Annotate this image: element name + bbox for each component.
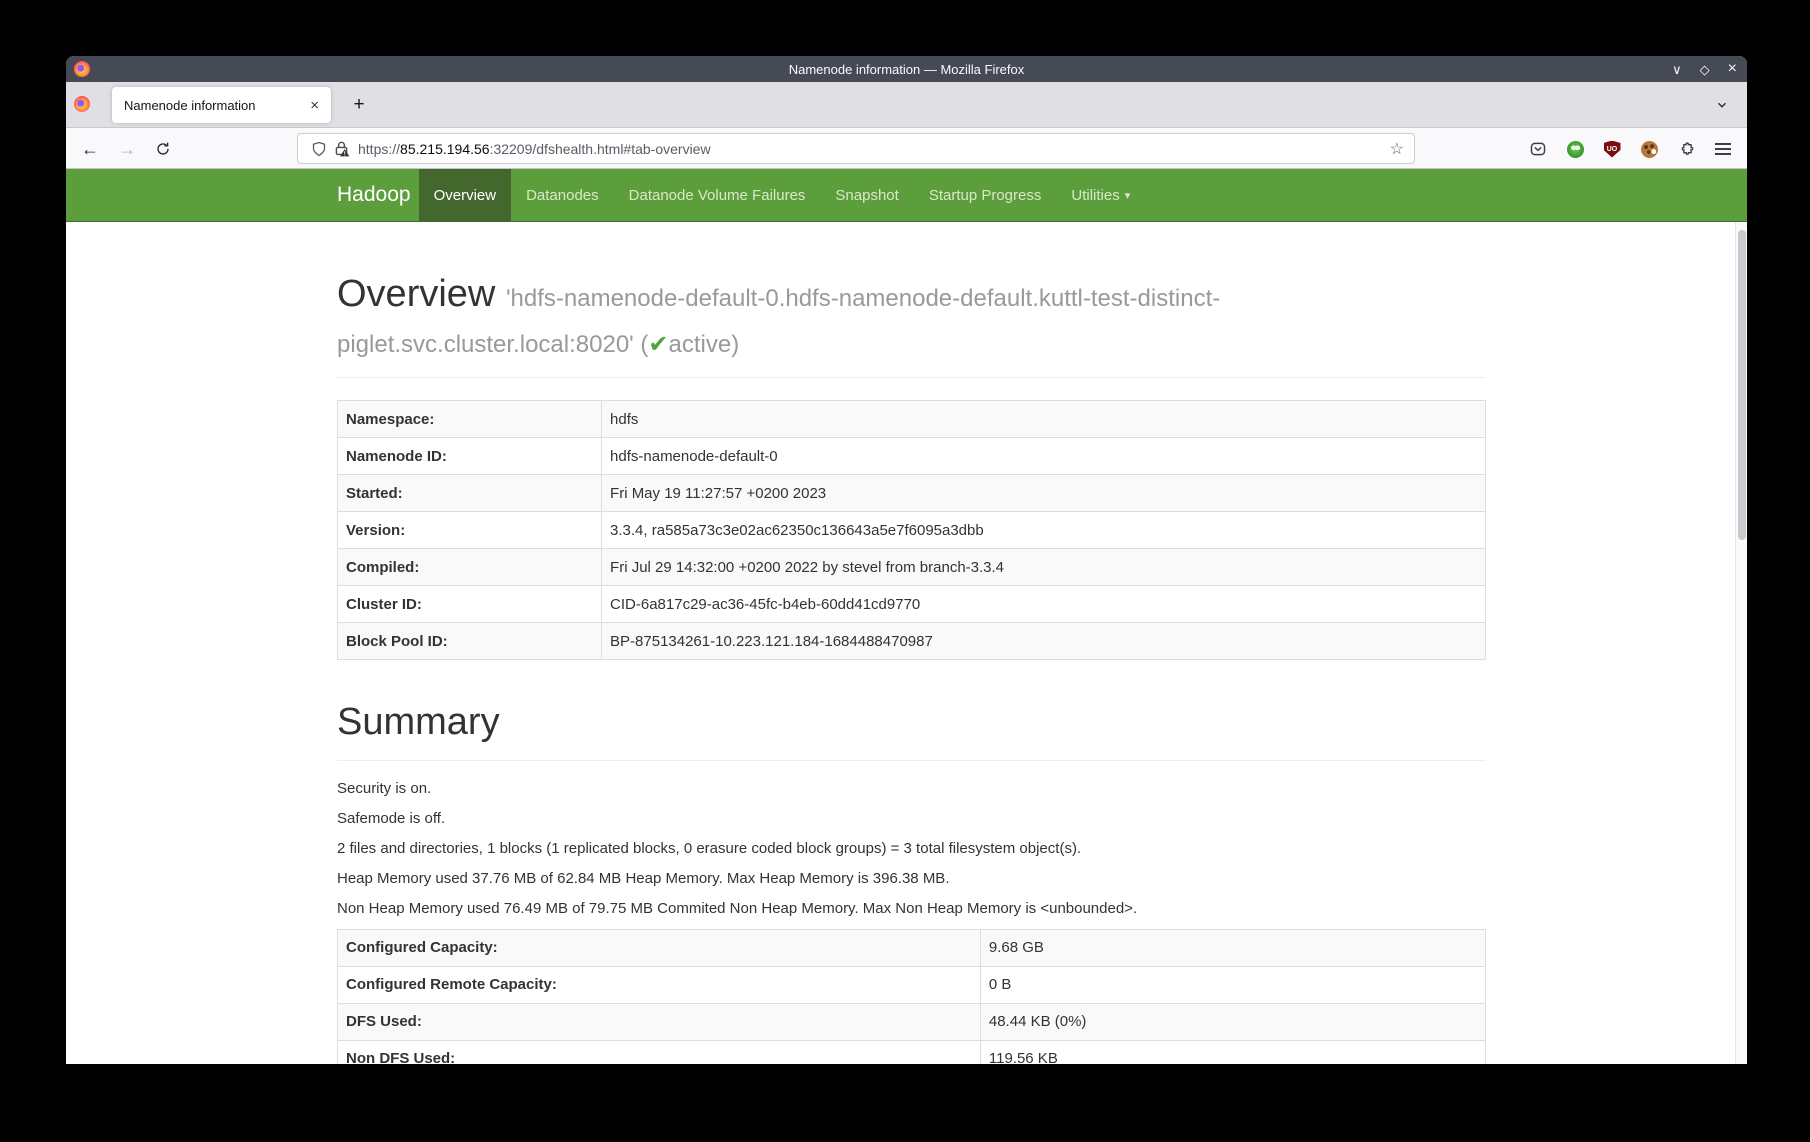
nav-item-datanode-volume-failures[interactable]: Datanode Volume Failures: [614, 169, 821, 221]
nav-item-overview[interactable]: Overview: [419, 169, 512, 221]
capacity-table: Configured Capacity:9.68 GB Configured R…: [337, 929, 1486, 1064]
divider: [337, 377, 1486, 378]
summary-line: Non Heap Memory used 76.49 MB of 79.75 M…: [337, 899, 1486, 919]
browser-window: Namenode information — Mozilla Firefox ∨…: [66, 56, 1747, 1064]
tab-namenode-information[interactable]: Namenode information ×: [112, 87, 331, 123]
chevron-down-icon: [1715, 98, 1729, 112]
window-title: Namenode information — Mozilla Firefox: [66, 62, 1747, 77]
hamburger-menu-icon[interactable]: [1709, 135, 1737, 163]
url-text: https://85.215.194.56:32209/dfshealth.ht…: [358, 141, 711, 157]
tab-close-icon[interactable]: ×: [306, 97, 323, 114]
divider: [337, 760, 1486, 761]
url-bar[interactable]: https://85.215.194.56:32209/dfshealth.ht…: [297, 133, 1415, 164]
page-content: Overview 'hdfs-namenode-default-0.hdfs-n…: [66, 222, 1747, 1064]
tracking-protection-shield-icon[interactable]: [308, 138, 330, 160]
navbar-brand-hadoop[interactable]: Hadoop: [337, 169, 411, 221]
cookie-extension-icon[interactable]: [1635, 135, 1663, 163]
minimize-button[interactable]: ∨: [1672, 63, 1682, 76]
vertical-scrollbar[interactable]: [1735, 222, 1747, 1064]
summary-line: 2 files and directories, 1 blocks (1 rep…: [337, 839, 1486, 859]
back-button[interactable]: ←: [76, 135, 104, 163]
desktop-background: Namenode information — Mozilla Firefox ∨…: [0, 0, 1810, 1142]
bookmark-star-icon[interactable]: ☆: [1390, 139, 1404, 159]
nav-item-snapshot[interactable]: Snapshot: [820, 169, 913, 221]
summary-paragraphs: Security is on. Safemode is off. 2 files…: [337, 779, 1486, 919]
maximize-button[interactable]: ◇: [1700, 63, 1710, 76]
table-row: Block Pool ID:BP-875134261-10.223.121.18…: [338, 623, 1486, 660]
tab-title: Namenode information: [124, 98, 306, 113]
utilities-caret-icon: ▾: [1125, 189, 1131, 202]
table-row: Namespace:hdfs: [338, 401, 1486, 438]
summary-line: Security is on.: [337, 779, 1486, 799]
nav-item-datanodes[interactable]: Datanodes: [511, 169, 614, 221]
pocket-icon[interactable]: [1524, 135, 1552, 163]
nav-item-startup-progress[interactable]: Startup Progress: [914, 169, 1057, 221]
table-row: Started:Fri May 19 11:27:57 +0200 2023: [338, 475, 1486, 512]
overview-heading: Overview 'hdfs-namenode-default-0.hdfs-n…: [337, 272, 1486, 363]
table-row: Configured Remote Capacity:0 B: [338, 966, 1486, 1003]
window-titlebar: Namenode information — Mozilla Firefox ∨…: [66, 56, 1747, 82]
new-tab-button[interactable]: +: [344, 90, 374, 120]
table-row: Namenode ID:hdfs-namenode-default-0: [338, 438, 1486, 475]
scrollbar-thumb[interactable]: [1738, 230, 1746, 540]
navigation-toolbar: ← →: [66, 127, 1747, 169]
summary-heading: Summary: [337, 700, 1486, 746]
close-window-button[interactable]: ×: [1728, 61, 1737, 77]
table-row: Compiled:Fri Jul 29 14:32:00 +0200 2022 …: [338, 549, 1486, 586]
firefox-view-button[interactable]: [74, 96, 90, 112]
firefox-view-icon: [74, 96, 90, 112]
ublock-origin-icon[interactable]: UO: [1598, 135, 1626, 163]
connection-lock-warning-icon[interactable]: [330, 138, 352, 160]
cluster-info-table: Namespace:hdfs Namenode ID:hdfs-namenode…: [337, 400, 1486, 660]
active-check-icon: ✔: [648, 331, 668, 358]
hadoop-navbar: Hadoop Overview Datanodes Datanode Volum…: [66, 169, 1747, 222]
forward-button[interactable]: →: [113, 135, 141, 163]
tab-strip: Namenode information × +: [66, 82, 1747, 127]
table-row: Configured Capacity:9.68 GB: [338, 929, 1486, 966]
summary-line: Heap Memory used 37.76 MB of 62.84 MB He…: [337, 869, 1486, 889]
table-row: Version:3.3.4, ra585a73c3e02ac62350c1366…: [338, 512, 1486, 549]
table-row: DFS Used:48.44 KB (0%): [338, 1003, 1486, 1040]
list-all-tabs-button[interactable]: [1709, 92, 1735, 118]
summary-line: Safemode is off.: [337, 809, 1486, 829]
table-row: Cluster ID:CID-6a817c29-ac36-45fc-b4eb-6…: [338, 586, 1486, 623]
reload-icon: [155, 141, 171, 157]
green-extension-icon[interactable]: [1561, 135, 1589, 163]
nav-item-utilities[interactable]: Utilities ▾: [1056, 169, 1145, 221]
reload-button[interactable]: [149, 135, 177, 163]
table-row: Non DFS Used:119.56 KB: [338, 1040, 1486, 1064]
extensions-puzzle-icon[interactable]: [1672, 135, 1700, 163]
